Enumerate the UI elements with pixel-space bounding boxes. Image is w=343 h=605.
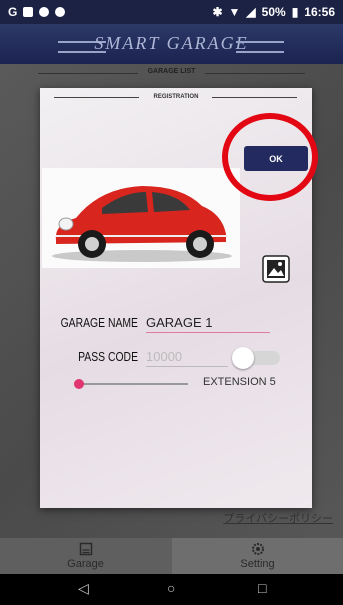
back-icon[interactable]: ◁ bbox=[78, 580, 89, 597]
app-brand: SMART GARAGE bbox=[94, 33, 249, 53]
slider-track bbox=[76, 383, 188, 385]
tab-setting-label: Setting bbox=[240, 558, 275, 570]
ok-button[interactable]: OK bbox=[244, 146, 308, 171]
garage-photo[interactable] bbox=[42, 168, 240, 268]
image-icon bbox=[262, 255, 290, 283]
garage-icon bbox=[79, 542, 92, 556]
google-icon: G bbox=[8, 5, 18, 19]
tab-garage[interactable]: Garage bbox=[0, 538, 171, 574]
divider bbox=[205, 73, 305, 74]
app-header: SMART GARAGE bbox=[0, 24, 343, 64]
signal-icon: ◢ bbox=[246, 5, 256, 19]
clock: 16:56 bbox=[304, 5, 335, 19]
slider-thumb[interactable] bbox=[74, 379, 84, 389]
divider bbox=[212, 97, 297, 98]
battery-icon: ▮ bbox=[291, 5, 299, 19]
image-notification-icon bbox=[23, 7, 34, 17]
bluetooth-icon: ✱ bbox=[212, 5, 223, 19]
extension-label: EXTENSION 5 bbox=[203, 376, 276, 388]
privacy-policy-link[interactable]: プライバシーポリシー bbox=[223, 510, 333, 526]
garage-name-input[interactable] bbox=[146, 312, 270, 333]
pass-code-toggle[interactable] bbox=[232, 347, 282, 369]
red-beetle-car-image bbox=[52, 186, 232, 262]
pass-code-label: PASS CODE bbox=[78, 349, 138, 364]
toggle-knob bbox=[232, 347, 254, 369]
bottom-tab-bar: Garage Setting bbox=[0, 538, 343, 574]
garage-name-label: GARAGE NAME bbox=[60, 315, 138, 330]
home-icon[interactable]: ○ bbox=[167, 580, 175, 596]
status-bar: G ✱ ▼ ◢ 50% ▮ 16:56 bbox=[0, 0, 343, 24]
recents-icon[interactable]: □ bbox=[258, 580, 266, 596]
wifi-icon: ▼ bbox=[228, 5, 241, 19]
shield-notification-icon bbox=[55, 7, 66, 17]
pass-code-input[interactable] bbox=[146, 346, 228, 367]
record-notification-icon bbox=[39, 7, 50, 17]
tab-garage-label: Garage bbox=[67, 558, 104, 570]
system-nav-bar: ◁ ○ □ bbox=[0, 574, 343, 605]
tab-setting[interactable]: Setting bbox=[172, 538, 343, 574]
select-image-button[interactable] bbox=[262, 255, 290, 283]
gear-icon bbox=[251, 543, 264, 555]
battery-level: 50% bbox=[261, 5, 286, 19]
brand-right-ornament bbox=[236, 41, 284, 53]
extension-slider[interactable] bbox=[74, 378, 188, 390]
